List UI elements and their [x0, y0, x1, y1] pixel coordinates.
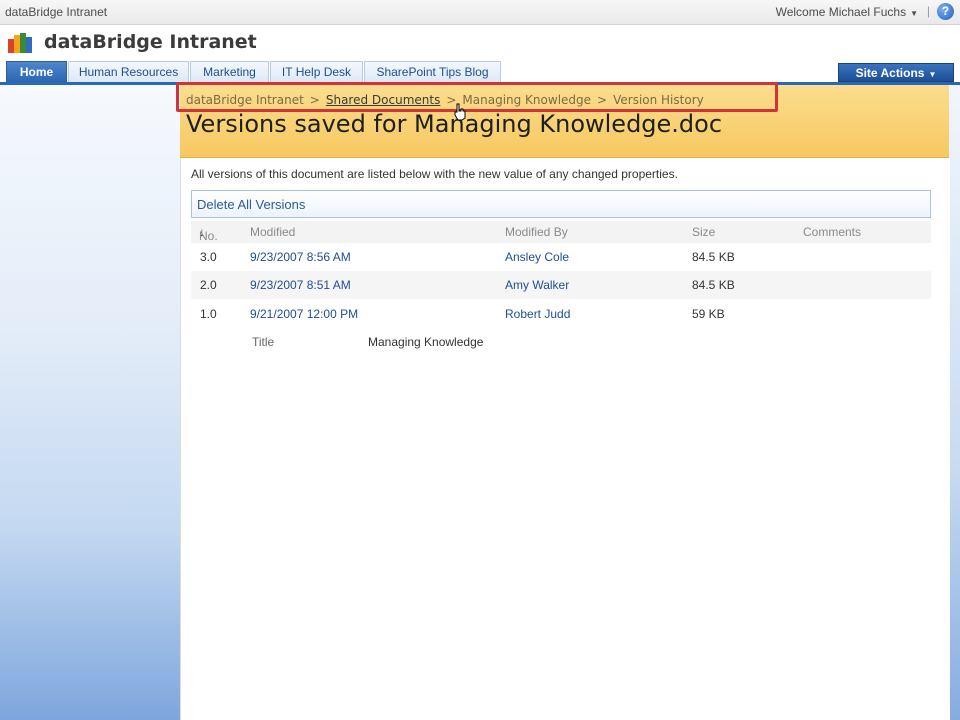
right-gutter	[949, 85, 960, 720]
version-number: 3.0	[200, 250, 217, 264]
property-row: Title Managing Knowledge	[191, 328, 931, 356]
global-site-name[interactable]: dataBridge Intranet	[5, 5, 107, 19]
tab-sharepoint-tips-blog[interactable]: SharePoint Tips Blog	[364, 61, 501, 82]
welcome-menu[interactable]: Welcome Michael Fuchs ▼	[776, 5, 918, 19]
chevron-down-icon[interactable]: ▼	[910, 9, 918, 18]
version-size: 84.5 KB	[692, 278, 735, 292]
table-header: No. ↓ Modified Modified By Size Comments	[191, 221, 931, 243]
column-header-comments[interactable]: Comments	[803, 225, 861, 239]
left-navigation-pane	[0, 85, 180, 720]
version-number: 1.0	[200, 307, 217, 321]
tab-marketing[interactable]: Marketing	[190, 61, 269, 82]
breadcrumb-highlight-box	[176, 82, 778, 112]
welcome-text[interactable]: Welcome Michael Fuchs	[776, 5, 907, 19]
version-toolbar: Delete All Versions	[191, 190, 931, 218]
modified-by-link[interactable]: Amy Walker	[505, 278, 569, 292]
column-header-modified[interactable]: Modified	[250, 225, 295, 239]
table-row: 1.0 9/21/2007 12:00 PM Robert Judd 59 KB	[191, 300, 931, 328]
site-header: dataBridge Intranet	[0, 25, 960, 61]
column-header-size[interactable]: Size	[692, 225, 715, 239]
version-modified-link[interactable]: 9/21/2007 12:00 PM	[250, 307, 358, 321]
column-header-no-label[interactable]: No.	[199, 229, 218, 243]
version-modified-link[interactable]: 9/23/2007 8:56 AM	[250, 250, 351, 264]
page-description: All versions of this document are listed…	[191, 167, 678, 181]
help-icon[interactable]: ?	[937, 3, 954, 20]
column-header-modified-by[interactable]: Modified By	[505, 225, 568, 239]
divider: |	[926, 4, 930, 18]
site-actions-label: Site Actions	[855, 66, 925, 80]
version-size: 59 KB	[692, 307, 725, 321]
tab-home[interactable]: Home	[6, 61, 67, 82]
table-row: 2.0 9/23/2007 8:51 AM Amy Walker 84.5 KB	[191, 271, 931, 299]
global-top-bar: dataBridge Intranet Welcome Michael Fuch…	[0, 0, 960, 25]
site-title[interactable]: dataBridge Intranet	[44, 31, 257, 53]
chevron-down-icon: ▼	[928, 70, 937, 79]
delete-all-versions-button[interactable]: Delete All Versions	[197, 197, 305, 212]
column-header-no[interactable]: No. ↓	[199, 225, 218, 243]
property-value-title: Managing Knowledge	[368, 335, 484, 349]
tab-human-resources[interactable]: Human Resources	[68, 61, 189, 82]
hand-cursor-icon	[454, 103, 466, 121]
version-size: 84.5 KB	[692, 250, 735, 264]
property-label-title: Title	[252, 335, 275, 349]
table-row: 3.0 9/23/2007 8:56 AM Ansley Cole 84.5 K…	[191, 243, 931, 271]
main-content: All versions of this document are listed…	[180, 158, 950, 720]
modified-by-link[interactable]: Robert Judd	[505, 307, 570, 321]
version-modified-link[interactable]: 9/23/2007 8:51 AM	[250, 278, 351, 292]
tab-it-help-desk[interactable]: IT Help Desk	[270, 61, 363, 82]
modified-by-link[interactable]: Ansley Cole	[505, 250, 569, 264]
version-number: 2.0	[200, 278, 217, 292]
site-actions-button[interactable]: Site Actions ▼	[838, 63, 954, 82]
sharepoint-logo-icon	[8, 33, 32, 53]
